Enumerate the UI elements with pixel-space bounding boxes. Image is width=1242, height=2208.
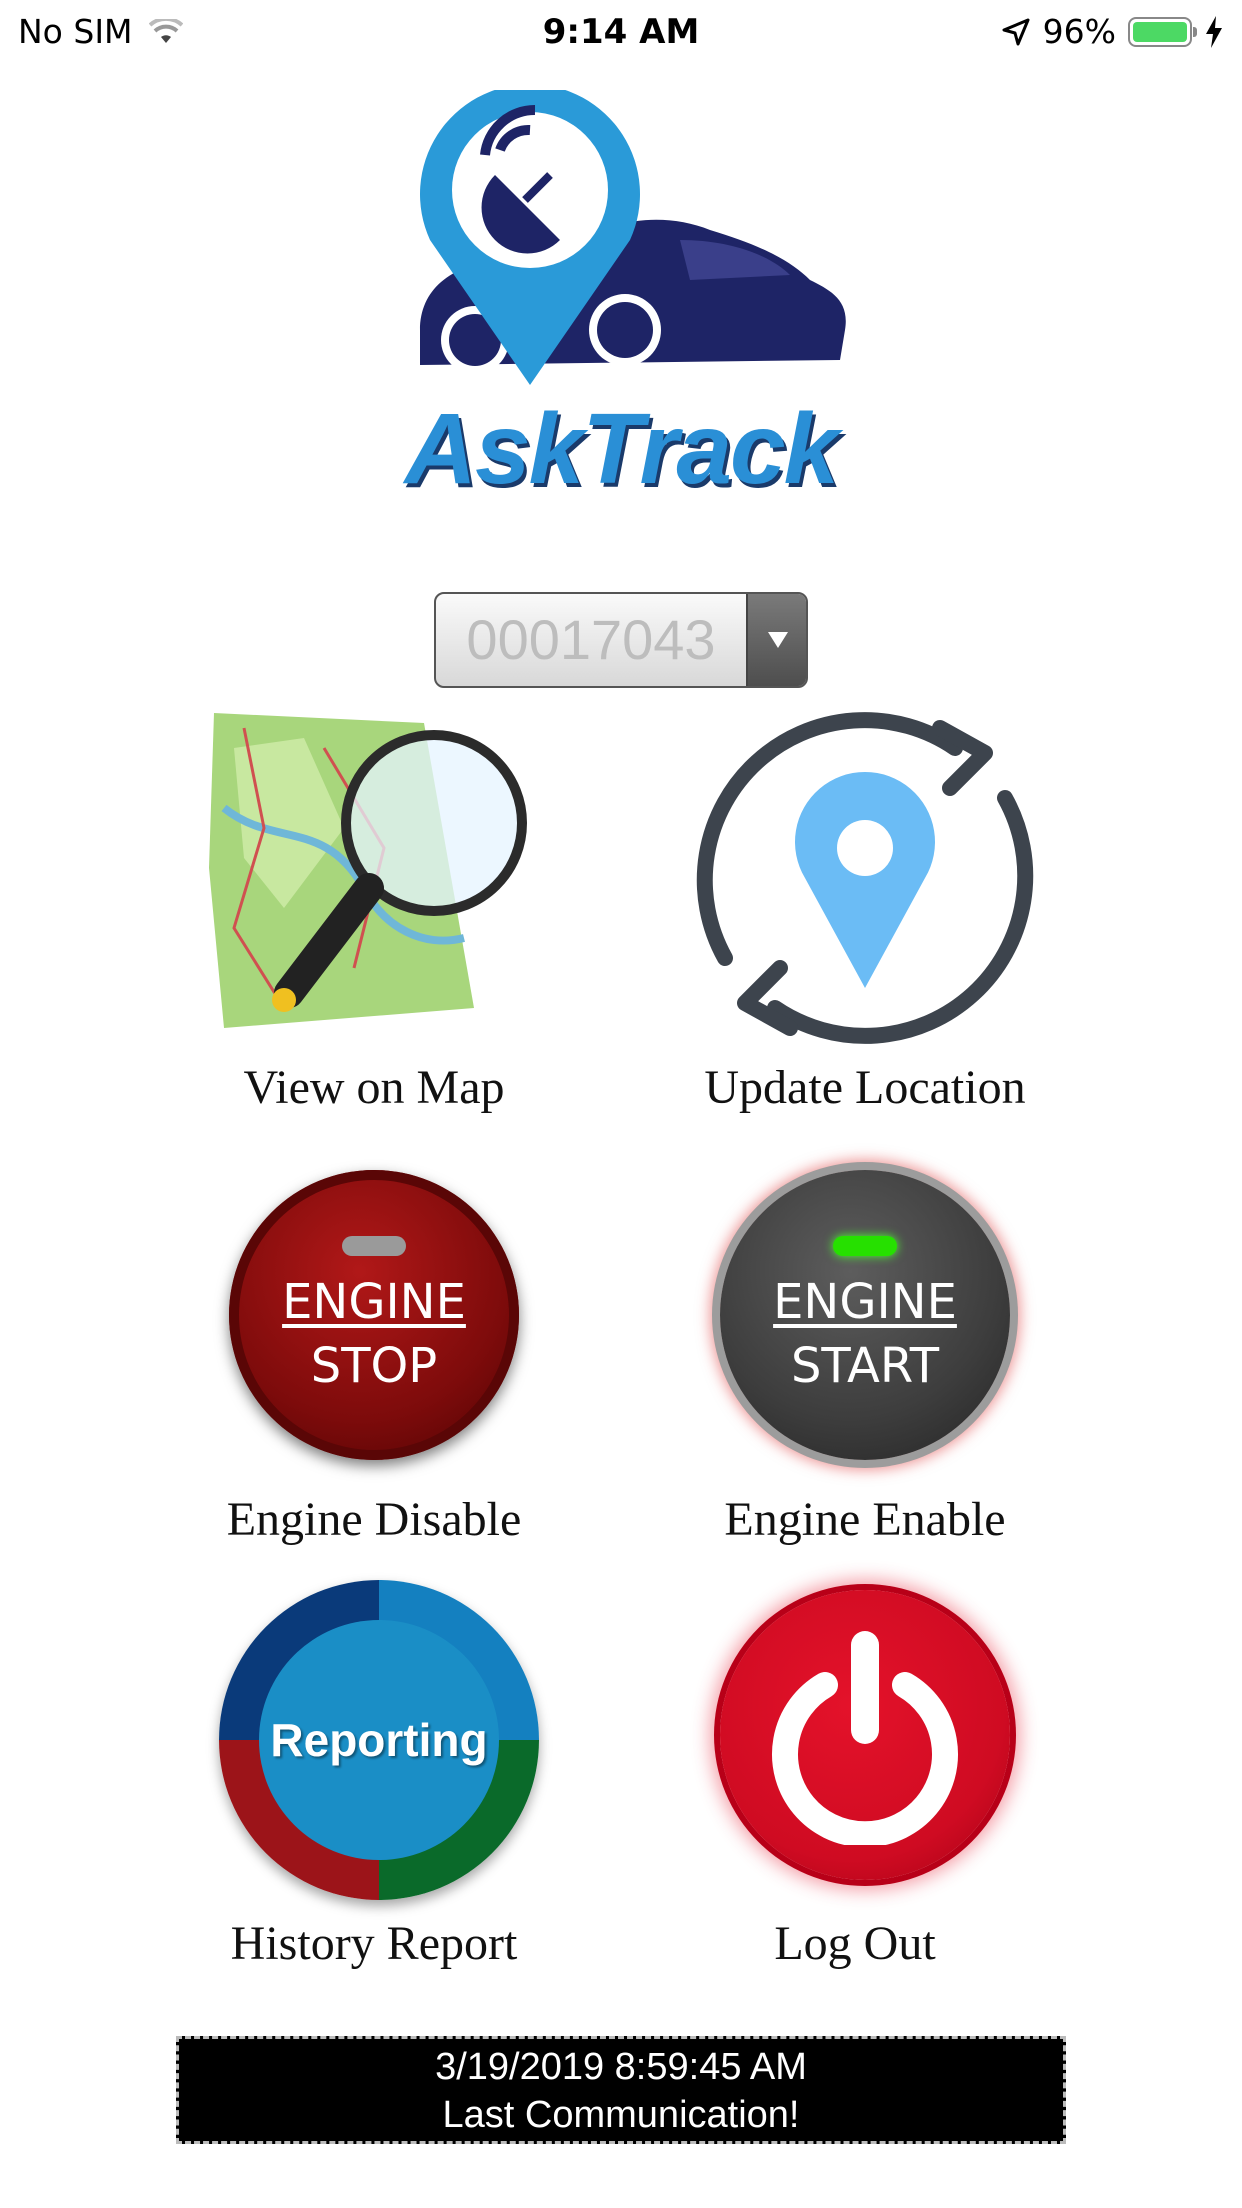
power-icon bbox=[772, 1631, 958, 1845]
log-out-button[interactable] bbox=[720, 1590, 1010, 1880]
device-select[interactable]: 00017043 bbox=[434, 592, 808, 688]
history-report-tile[interactable]: Reporting History Report bbox=[124, 1570, 624, 1990]
update-location-label: Update Location bbox=[704, 1061, 1026, 1114]
map-magnifier-icon bbox=[209, 713, 527, 1028]
engine-start-button[interactable]: ENGINE START bbox=[720, 1170, 1010, 1460]
log-out-tile[interactable]: Log Out bbox=[615, 1570, 1115, 1990]
view-on-map-label: View on Map bbox=[243, 1061, 505, 1114]
status-right: 96% bbox=[989, 12, 1224, 51]
engine-enable-label: Engine Enable bbox=[724, 1493, 1006, 1546]
reporting-button[interactable]: Reporting bbox=[219, 1580, 539, 1900]
led-indicator-icon bbox=[342, 1236, 406, 1256]
engine-stop-line2: STOP bbox=[310, 1338, 438, 1394]
led-indicator-icon bbox=[833, 1236, 897, 1256]
status-bar: No SIM 9:14 AM 96% bbox=[0, 0, 1242, 62]
battery-percent: 96% bbox=[1042, 12, 1116, 51]
last-communication-banner: 3/19/2019 8:59:45 AM Last Communication! bbox=[176, 2036, 1066, 2144]
view-on-map-tile[interactable]: View on Map bbox=[124, 708, 624, 1128]
refresh-location-icon bbox=[696, 712, 1034, 1044]
engine-disable-label: Engine Disable bbox=[226, 1493, 522, 1546]
last-communication-message: Last Communication! bbox=[442, 2094, 800, 2136]
engine-stop-button[interactable]: ENGINE STOP bbox=[229, 1170, 519, 1460]
location-arrow-icon bbox=[1002, 18, 1030, 45]
log-out-label: Log Out bbox=[774, 1917, 936, 1970]
dropdown-arrow-icon[interactable] bbox=[746, 594, 806, 686]
charging-bolt-icon bbox=[1206, 15, 1222, 48]
engine-stop-line1: ENGINE bbox=[282, 1274, 466, 1330]
engine-start-line1: ENGINE bbox=[773, 1274, 957, 1330]
engine-disable-tile[interactable]: ENGINE STOP Engine Disable bbox=[124, 1140, 624, 1560]
engine-start-line2: START bbox=[790, 1338, 940, 1394]
battery-icon bbox=[1128, 16, 1197, 47]
update-location-tile[interactable]: Update Location bbox=[615, 708, 1115, 1128]
reporting-button-text: Reporting bbox=[259, 1620, 499, 1860]
history-report-label: History Report bbox=[230, 1917, 518, 1970]
asktrack-logo-text: AskTrack bbox=[404, 393, 840, 505]
last-communication-timestamp: 3/19/2019 8:59:45 AM bbox=[435, 2046, 807, 2088]
engine-enable-tile[interactable]: ENGINE START Engine Enable bbox=[615, 1140, 1115, 1560]
device-select-value: 00017043 bbox=[466, 608, 716, 671]
